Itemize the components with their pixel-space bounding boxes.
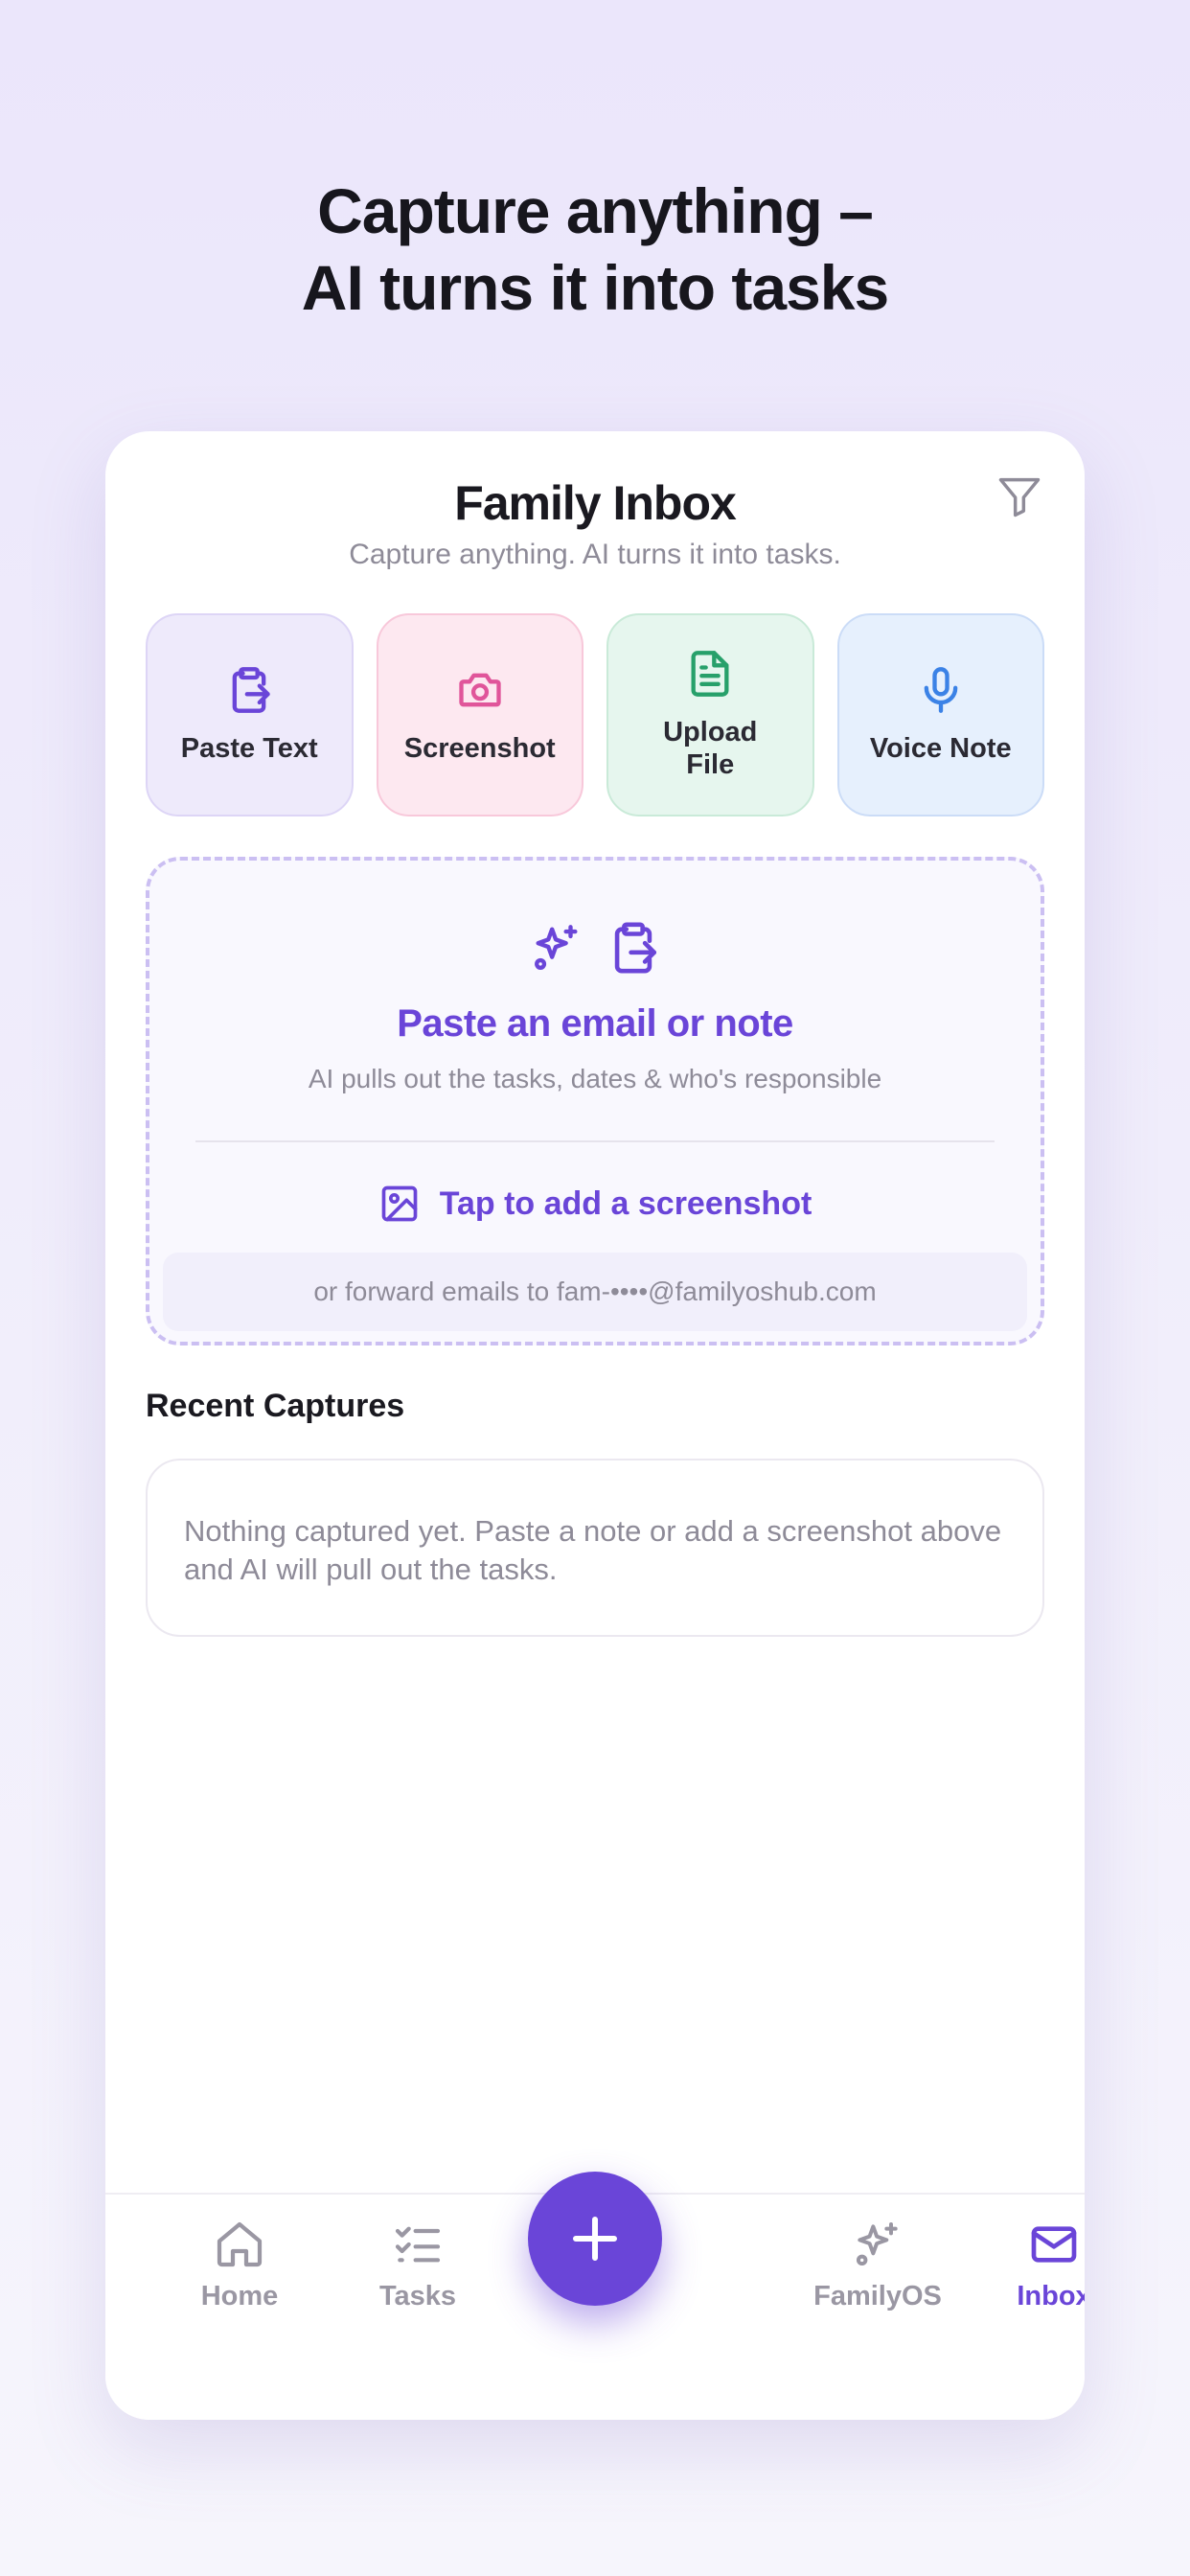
tab-inbox-label: Inbox bbox=[1017, 2281, 1085, 2312]
dropzone-icons bbox=[149, 920, 1041, 976]
microphone-icon bbox=[924, 667, 958, 713]
add-screenshot-label: Tap to add a screenshot bbox=[439, 1184, 812, 1222]
clipboard-paste-icon bbox=[232, 667, 270, 713]
empty-state-text: Nothing captured yet. Paste a note or ad… bbox=[184, 1514, 1002, 1586]
sparkles-icon bbox=[535, 925, 578, 970]
home-icon bbox=[217, 2221, 263, 2267]
mail-icon bbox=[1031, 2226, 1077, 2263]
dropzone-divider bbox=[195, 1140, 995, 1142]
recent-captures-empty: Nothing captured yet. Paste a note or ad… bbox=[146, 1459, 1044, 1637]
image-icon bbox=[381, 1185, 418, 1222]
tab-inbox[interactable]: Inbox bbox=[968, 2218, 1085, 2312]
upload-file-label: Upload File bbox=[663, 717, 758, 780]
screenshot-label: Screenshot bbox=[403, 733, 556, 764]
hero-line-2: AI turns it into tasks bbox=[301, 252, 889, 323]
screenshot-button[interactable]: Screenshot bbox=[376, 613, 584, 816]
voice-note-label: Voice Note bbox=[869, 733, 1012, 764]
tab-home-label: Home bbox=[200, 2281, 279, 2312]
page-subtitle: Capture anything. AI turns it into tasks… bbox=[349, 539, 841, 570]
hero-headline: Capture anything – AI turns it into task… bbox=[0, 172, 1190, 326]
file-text-icon bbox=[691, 651, 729, 697]
add-capture-fab[interactable] bbox=[528, 2172, 662, 2306]
camera-icon bbox=[459, 673, 501, 707]
tab-home[interactable]: Home bbox=[153, 2218, 326, 2312]
checklist-icon bbox=[395, 2226, 441, 2263]
voice-note-button[interactable]: Voice Note bbox=[836, 613, 1044, 816]
tab-familyos[interactable]: FamilyOS bbox=[791, 2218, 964, 2312]
capture-actions: Paste Text Screenshot Upload File Voice … bbox=[146, 613, 1044, 816]
paste-text-label: Paste Text bbox=[180, 733, 318, 764]
tab-familyos-label: FamilyOS bbox=[813, 2281, 942, 2312]
page-title: Family Inbox bbox=[454, 476, 737, 530]
inbox-screen: Family Inbox Capture anything. AI turns … bbox=[105, 431, 1085, 2420]
clipboard-paste-icon bbox=[614, 922, 657, 974]
plus-icon bbox=[573, 2217, 617, 2261]
tab-tasks[interactable]: Tasks bbox=[332, 2218, 504, 2312]
dropzone-subtitle: AI pulls out the tasks, dates & who's re… bbox=[308, 1064, 882, 1093]
hero-line-1: Capture anything – bbox=[317, 175, 874, 246]
forward-email-hint: or forward emails to fam-••••@familyoshu… bbox=[163, 1253, 1027, 1331]
tab-tasks-label: Tasks bbox=[378, 2281, 457, 2312]
paste-text-button[interactable]: Paste Text bbox=[146, 613, 354, 816]
dropzone-title: Paste an email or note bbox=[397, 1002, 793, 1045]
recent-captures-title: Recent Captures bbox=[146, 1388, 405, 1424]
add-screenshot-link[interactable]: Tap to add a screenshot bbox=[149, 1183, 1041, 1225]
upload-file-button[interactable]: Upload File bbox=[606, 613, 814, 816]
sparkles-icon bbox=[856, 2222, 898, 2266]
